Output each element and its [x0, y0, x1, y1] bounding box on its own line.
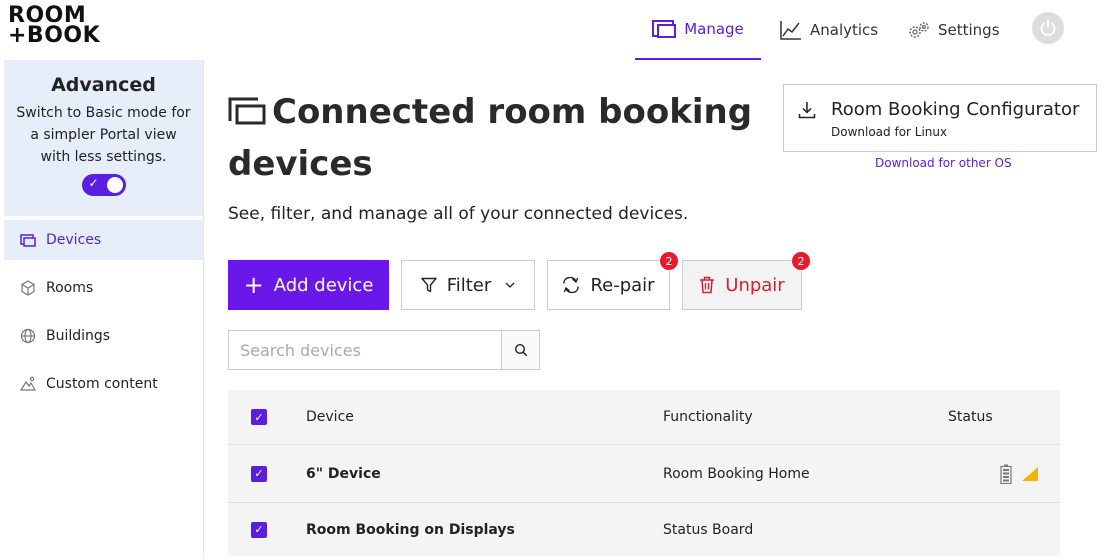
- sidebar-item-devices[interactable]: Devices: [4, 220, 203, 260]
- device-functionality: Room Booking Home: [663, 465, 810, 482]
- advanced-mode-panel: Advanced Switch to Basic mode for a simp…: [4, 60, 203, 216]
- configurator-download-button[interactable]: Room Booking Configurator Download for L…: [783, 84, 1097, 152]
- page-title: Connected room booking devices: [228, 86, 768, 190]
- filter-label: Filter: [446, 274, 492, 296]
- table-header: ✓ Device Functionality Status: [228, 390, 1060, 444]
- table-row[interactable]: ✓ Room Booking on Displays Status Board: [228, 502, 1060, 556]
- table-row[interactable]: ✓ 6" Device Room Booking Home: [228, 444, 1060, 502]
- unpair-label: Unpair: [725, 274, 785, 296]
- device-name: 6" Device: [306, 465, 381, 482]
- devices-icon: [228, 97, 266, 124]
- devices-icon: [20, 233, 36, 247]
- repair-button[interactable]: Re-pair 2: [547, 251, 679, 310]
- logo[interactable]: ROOM +BOOK: [8, 5, 101, 48]
- check-icon: ✓: [88, 176, 99, 190]
- nav-settings-label: Settings: [938, 21, 1000, 39]
- unpair-button[interactable]: Unpair 2: [682, 251, 811, 310]
- sidebar-item-rooms[interactable]: Rooms: [4, 268, 203, 308]
- advanced-description: Switch to Basic mode for a simpler Porta…: [16, 105, 191, 165]
- select-all-checkbox[interactable]: ✓: [251, 409, 267, 425]
- configurator-subtitle: Download for Linux: [831, 125, 948, 139]
- globe-icon: [20, 328, 36, 344]
- warning-signal-icon: [1022, 466, 1038, 481]
- search-icon: [514, 343, 527, 357]
- device-functionality: Status Board: [663, 521, 754, 538]
- plus-icon: +: [243, 271, 264, 299]
- analytics-icon: [780, 21, 801, 40]
- filter-button[interactable]: Filter: [401, 260, 535, 310]
- sidebar: Advanced Switch to Basic mode for a simp…: [4, 60, 204, 559]
- repair-icon: [563, 277, 580, 293]
- advanced-mode-toggle[interactable]: ✓: [81, 174, 126, 196]
- nav-manage[interactable]: Manage: [635, 0, 761, 60]
- add-device-button[interactable]: + Add device: [228, 260, 389, 310]
- sidebar-item-label: Buildings: [46, 328, 111, 344]
- manage-icon: [652, 20, 677, 38]
- sidebar-item-buildings[interactable]: Buildings: [4, 316, 203, 356]
- download-other-os-link[interactable]: Download for other OS: [875, 156, 1012, 170]
- battery-icon: [1000, 464, 1012, 484]
- status-icons: [1000, 464, 1038, 484]
- search-box: [228, 330, 540, 370]
- power-icon: [1040, 19, 1056, 37]
- add-device-label: Add device: [273, 274, 374, 296]
- configurator-title: Room Booking Configurator: [831, 99, 1080, 120]
- custom-content-icon: [20, 376, 36, 391]
- row-checkbox[interactable]: ✓: [251, 521, 267, 538]
- page-title-text: Connected room booking devices: [228, 92, 753, 184]
- repair-label: Re-pair: [590, 274, 655, 296]
- toggle-knob: [106, 177, 123, 193]
- download-icon: [798, 102, 816, 119]
- chevron-down-icon: [505, 282, 515, 288]
- sidebar-item-label: Rooms: [46, 280, 94, 296]
- sidebar-item-custom-content[interactable]: Custom content: [4, 364, 203, 404]
- trash-icon: [700, 276, 715, 294]
- unpair-count-badge: 2: [791, 251, 811, 271]
- power-button[interactable]: [1032, 12, 1064, 44]
- column-header-device[interactable]: Device: [306, 409, 354, 425]
- device-name: Room Booking on Displays: [306, 521, 515, 538]
- nav-settings[interactable]: Settings: [908, 0, 1000, 60]
- search-button[interactable]: [501, 331, 539, 369]
- rooms-icon: [21, 280, 35, 296]
- devices-table: ✓ Device Functionality Status ✓ 6" Devic…: [228, 390, 1060, 556]
- gears-icon: [909, 22, 929, 38]
- nav-analytics-label: Analytics: [810, 21, 879, 39]
- row-checkbox[interactable]: ✓: [251, 465, 267, 482]
- sidebar-item-label: Custom content: [46, 376, 158, 392]
- search-input[interactable]: [229, 331, 501, 369]
- nav-manage-label: Manage: [684, 20, 744, 38]
- column-header-functionality[interactable]: Functionality: [663, 409, 753, 425]
- filter-icon: [421, 277, 437, 293]
- repair-count-badge: 2: [659, 251, 679, 271]
- top-bar: ROOM +BOOK Manage Analytics Settings: [0, 0, 1104, 60]
- sidebar-item-label: Devices: [46, 232, 102, 248]
- advanced-title: Advanced: [51, 74, 156, 96]
- column-header-status[interactable]: Status: [948, 409, 993, 425]
- page-subtitle: See, filter, and manage all of your conn…: [228, 204, 689, 224]
- logo-line-2: +BOOK: [8, 23, 101, 48]
- nav-analytics[interactable]: Analytics: [780, 0, 878, 60]
